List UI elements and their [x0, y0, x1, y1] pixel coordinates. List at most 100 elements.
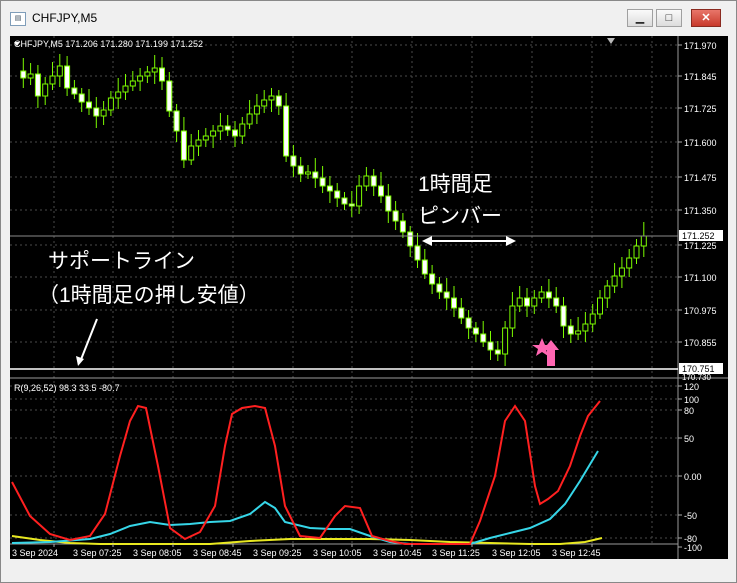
candle-body — [545, 291, 552, 299]
candle-body — [589, 313, 596, 325]
candle-body — [560, 305, 567, 327]
support-annotation-line1: サポートライン — [48, 250, 195, 273]
support-annotation-line2: （1時間足の押し安値） — [38, 284, 260, 307]
maximize-button[interactable]: □ — [656, 9, 682, 27]
candle-body — [202, 135, 209, 141]
candle-body — [575, 330, 582, 335]
time-label: 3 Sep 08:05 — [133, 548, 182, 558]
candle-body — [100, 109, 107, 117]
candle-body — [144, 71, 151, 77]
candle-body — [64, 65, 71, 89]
candle-body — [217, 125, 224, 132]
candle-body — [283, 105, 290, 157]
time-label: 3 Sep 12:05 — [492, 548, 541, 558]
candle-body — [224, 125, 231, 131]
candle-body — [334, 190, 341, 199]
candle-body — [137, 75, 144, 82]
candle-body — [151, 67, 158, 73]
candle-body — [436, 283, 443, 293]
candle-body — [312, 171, 319, 179]
time-label: 3 Sep 08:45 — [193, 548, 242, 558]
candlestick-series — [20, 54, 647, 366]
candle-body — [538, 291, 545, 299]
candle-body — [385, 195, 392, 212]
candle-body — [370, 175, 377, 187]
candle-body — [188, 145, 195, 161]
candle-body — [494, 349, 501, 355]
minimize-button[interactable]: ▁ — [627, 9, 653, 27]
scroll-shift-icon[interactable] — [607, 38, 615, 44]
price-label: 171.225 — [684, 241, 717, 251]
application-window: ▤ CHFJPY,M5 ▁ □ ✕ CHFJPY,M5 171.206 171.… — [0, 0, 737, 583]
candle-body — [232, 129, 238, 137]
symbol-info: CHFJPY,M5 171.206 171.280 171.199 171.25… — [14, 39, 203, 49]
pinbar-annotation-line2: ピンバー — [418, 205, 502, 228]
candle-body — [407, 231, 414, 247]
candle-body — [640, 235, 647, 247]
price-label: 171.100 — [684, 273, 717, 283]
candle-body — [611, 275, 618, 287]
candle-body — [582, 323, 589, 332]
candle-body — [399, 220, 406, 233]
candle-body — [305, 171, 311, 175]
price-label-under: 170.730 — [682, 373, 711, 382]
price-label: 171.600 — [684, 138, 717, 148]
indicator-label: -100 — [684, 543, 702, 553]
candle-body — [129, 80, 136, 87]
close-icon: ✕ — [701, 12, 711, 24]
time-label: 3 Sep 2024 — [12, 548, 58, 558]
candle-body — [180, 130, 187, 161]
candle-body — [363, 175, 370, 187]
candle-body — [246, 113, 253, 125]
candle-body — [27, 73, 34, 79]
price-label: 170.975 — [684, 306, 717, 316]
time-label: 3 Sep 11:25 — [432, 548, 480, 558]
candle-body — [348, 203, 355, 207]
candle-body — [115, 91, 122, 99]
chart-area[interactable]: CHFJPY,M5 171.206 171.280 171.199 171.25… — [10, 36, 728, 559]
time-label: 3 Sep 10:45 — [373, 548, 422, 558]
candle-body — [239, 123, 246, 137]
candle-body — [341, 197, 348, 205]
candle-body — [524, 297, 530, 307]
price-label: 171.350 — [684, 206, 717, 216]
candle-body — [275, 95, 282, 107]
candle-body — [319, 177, 326, 187]
time-label: 3 Sep 12:45 — [552, 548, 601, 558]
candle-body — [86, 101, 92, 109]
candle-body — [604, 285, 611, 299]
indicator-label: -50 — [684, 511, 697, 521]
price-label: 171.475 — [684, 173, 717, 183]
candle-body — [378, 185, 384, 197]
candle-body — [93, 107, 100, 117]
candle-body — [633, 245, 640, 259]
candle-body — [502, 327, 509, 355]
candle-body — [253, 105, 260, 115]
candle-body — [78, 93, 85, 103]
close-button[interactable]: ✕ — [691, 9, 721, 27]
candle-body — [509, 305, 516, 329]
candle-body — [159, 67, 165, 82]
red-indicator-line — [11, 400, 601, 545]
candle-body — [268, 95, 275, 101]
title-bar[interactable]: ▤ CHFJPY,M5 ▁ □ ✕ — [1, 1, 736, 35]
candle-body — [34, 73, 41, 97]
indicator-label: 80 — [684, 406, 694, 416]
candle-body — [516, 297, 523, 307]
candle-body — [487, 341, 494, 351]
indicator-axis: 12010080500.00-50-80-100 — [678, 382, 702, 553]
window-title: CHFJPY,M5 — [32, 11, 98, 25]
candle-body — [567, 325, 574, 335]
time-label: 3 Sep 07:25 — [73, 548, 122, 558]
candle-body — [443, 291, 450, 299]
price-label: 171.845 — [684, 72, 717, 82]
candle-body — [465, 317, 472, 329]
candle-body — [297, 165, 304, 175]
candle-body — [195, 139, 202, 147]
candle-body — [261, 99, 268, 107]
candle-body — [326, 185, 333, 192]
time-axis: 3 Sep 2024 3 Sep 07:25 3 Sep 08:05 3 Sep 08… — [12, 544, 601, 558]
price-label: 171.970 — [684, 41, 717, 51]
indicator-label: 120 — [684, 382, 699, 392]
current-price-text: 171.252 — [682, 231, 715, 241]
